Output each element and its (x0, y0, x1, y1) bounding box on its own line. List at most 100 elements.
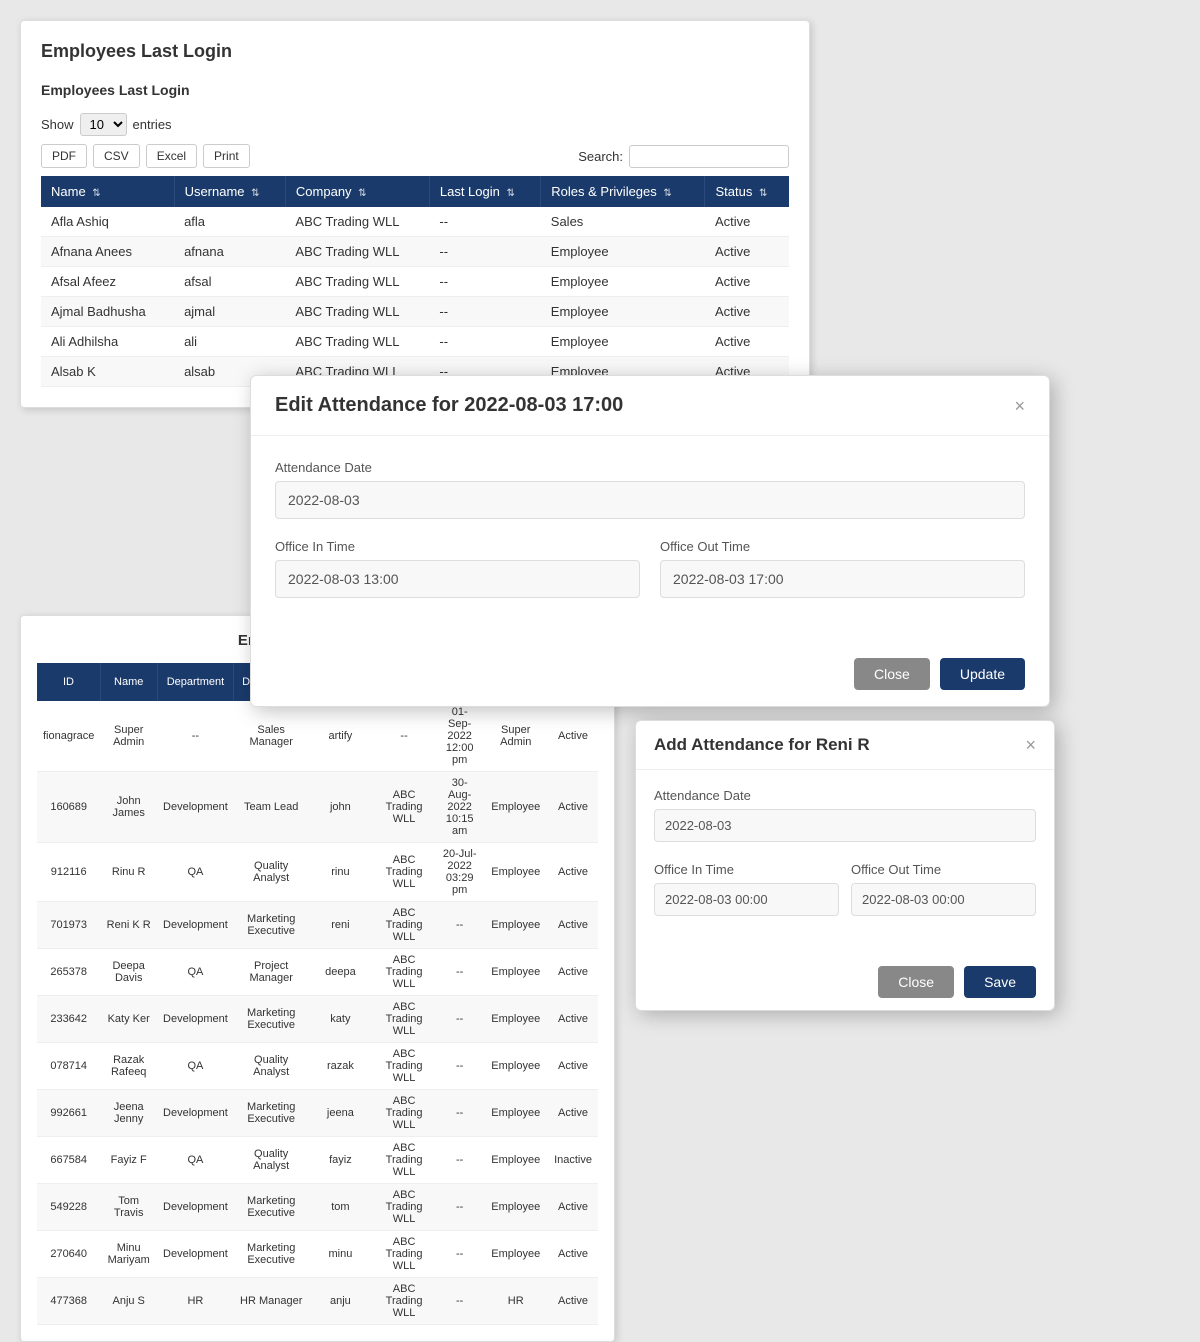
table-row: Afsal Afeez afsal ABC Trading WLL -- Emp… (41, 267, 789, 297)
cell2-desig: Sales Manager (234, 701, 309, 772)
add-office-out-field: Office Out Time (851, 862, 1036, 916)
employees-table: Name ⇅ Username ⇅ Company ⇅ Last Login ⇅… (41, 176, 789, 387)
cell2-roles: Employee (483, 843, 548, 902)
cell-last-login: -- (429, 237, 540, 267)
cell-name: Ali Adhilsha (41, 327, 174, 357)
attendance-date-input[interactable] (275, 481, 1025, 519)
btn-csv[interactable]: CSV (93, 144, 140, 168)
modal-add-attendance: Add Attendance for Reni R × Attendance D… (635, 720, 1055, 1011)
cell2-roles: Employee (483, 772, 548, 843)
attendance-date-label: Attendance Date (275, 460, 1025, 475)
cell-name: Afla Ashiq (41, 207, 174, 237)
cell2-id: 270640 (37, 1231, 100, 1278)
cell-status: Active (705, 297, 789, 327)
modal-edit-header: Edit Attendance for 2022-08-03 17:00 × (251, 376, 1049, 436)
card1-employees-last-login: Employees Last Login Employees Last Logi… (20, 20, 810, 408)
cell2-desig: Project Manager (234, 949, 309, 996)
office-in-input[interactable] (275, 560, 640, 598)
entries-select[interactable]: 10 25 50 (80, 113, 127, 136)
cell2-status: Active (548, 996, 598, 1043)
cell2-status: Active (548, 843, 598, 902)
office-out-input[interactable] (660, 560, 1025, 598)
modal-add-close-btn[interactable]: Close (878, 966, 954, 998)
cell-roles: Employee (541, 297, 705, 327)
cell2-name: Razak Rafeeq (100, 1043, 157, 1090)
cell-roles: Employee (541, 327, 705, 357)
cell2-dept: QA (157, 1137, 234, 1184)
cell2-last-login: -- (436, 1231, 484, 1278)
modal-add-body: Attendance Date Office In Time Office Ou… (636, 770, 1054, 954)
cell2-last-login: -- (436, 949, 484, 996)
card3-employees-detailed: Employees Last Login ID Name Department … (20, 615, 615, 1342)
entries-label: entries (133, 117, 172, 132)
modal-edit-body: Attendance Date Office In Time Office Ou… (251, 436, 1049, 642)
cell2-name: Jeena Jenny (100, 1090, 157, 1137)
cell-name: Afnana Anees (41, 237, 174, 267)
modal-add-close-button[interactable]: × (1025, 736, 1036, 754)
modal-edit-title: Edit Attendance for 2022-08-03 17:00 (275, 394, 623, 417)
search-input[interactable] (629, 145, 789, 168)
modal-add-title: Add Attendance for Reni R (654, 735, 870, 755)
table-controls: Show 10 25 50 entries (41, 113, 789, 136)
office-in-label: Office In Time (275, 539, 640, 554)
cell2-desig: Quality Analyst (234, 843, 309, 902)
cell2-company: ABC Trading WLL (372, 772, 436, 843)
cell2-roles: Employee (483, 996, 548, 1043)
modal-edit-close-button[interactable]: × (1014, 397, 1025, 415)
cell2-dept: Development (157, 996, 234, 1043)
col2-dept: Department (157, 663, 234, 701)
cell2-last-login: -- (436, 1278, 484, 1325)
cell2-name: Minu Mariyam (100, 1231, 157, 1278)
modal-add-save-btn[interactable]: Save (964, 966, 1036, 998)
cell2-name: Super Admin (100, 701, 157, 772)
cell2-dept: Development (157, 1231, 234, 1278)
add-office-out-input[interactable] (851, 883, 1036, 916)
cell-company: ABC Trading WLL (285, 207, 429, 237)
btn-excel[interactable]: Excel (146, 144, 197, 168)
modal-edit-update-btn[interactable]: Update (940, 658, 1025, 690)
cell2-id: 667584 (37, 1137, 100, 1184)
cell-status: Active (705, 327, 789, 357)
cell2-desig: Marketing Executive (234, 1090, 309, 1137)
add-office-out-label: Office Out Time (851, 862, 1036, 877)
sort-icon-name: ⇅ (92, 188, 100, 199)
cell2-last-login: 20-Jul-2022 03:29 pm (436, 843, 484, 902)
cell2-status: Active (548, 1184, 598, 1231)
cell2-status: Active (548, 1090, 598, 1137)
add-attendance-date-label: Attendance Date (654, 788, 1036, 803)
cell2-roles: Employee (483, 1043, 548, 1090)
time-fields-row: Office In Time Office Out Time (275, 539, 1025, 598)
cell2-last-login: -- (436, 996, 484, 1043)
cell2-company: ABC Trading WLL (372, 1137, 436, 1184)
add-office-in-input[interactable] (654, 883, 839, 916)
cell2-desig: Quality Analyst (234, 1137, 309, 1184)
cell-company: ABC Trading WLL (285, 297, 429, 327)
table-row: 233642 Katy Ker Development Marketing Ex… (37, 996, 598, 1043)
table-row: 701973 Reni K R Development Marketing Ex… (37, 902, 598, 949)
cell2-status: Active (548, 902, 598, 949)
cell-name: Afsal Afeez (41, 267, 174, 297)
cell2-username: anju (309, 1278, 373, 1325)
cell2-name: Fayiz F (100, 1137, 157, 1184)
col-last-login: Last Login ⇅ (429, 176, 540, 207)
cell-username: afnana (174, 237, 285, 267)
cell2-company: ABC Trading WLL (372, 996, 436, 1043)
cell2-username: jeena (309, 1090, 373, 1137)
modal-edit-close-btn[interactable]: Close (854, 658, 930, 690)
add-attendance-date-input[interactable] (654, 809, 1036, 842)
export-buttons: PDF CSV Excel Print Search: (41, 144, 789, 168)
cell-roles: Employee (541, 267, 705, 297)
show-label: Show (41, 117, 74, 132)
cell2-name: John James (100, 772, 157, 843)
cell-company: ABC Trading WLL (285, 267, 429, 297)
table-row: 667584 Fayiz F QA Quality Analyst fayiz … (37, 1137, 598, 1184)
cell2-company: ABC Trading WLL (372, 1231, 436, 1278)
cell2-id: 265378 (37, 949, 100, 996)
cell2-dept: Development (157, 1184, 234, 1231)
cell2-company: ABC Trading WLL (372, 902, 436, 949)
cell-last-login: -- (429, 327, 540, 357)
cell2-status: Active (548, 1278, 598, 1325)
btn-print[interactable]: Print (203, 144, 250, 168)
cell2-status: Active (548, 772, 598, 843)
btn-pdf[interactable]: PDF (41, 144, 87, 168)
